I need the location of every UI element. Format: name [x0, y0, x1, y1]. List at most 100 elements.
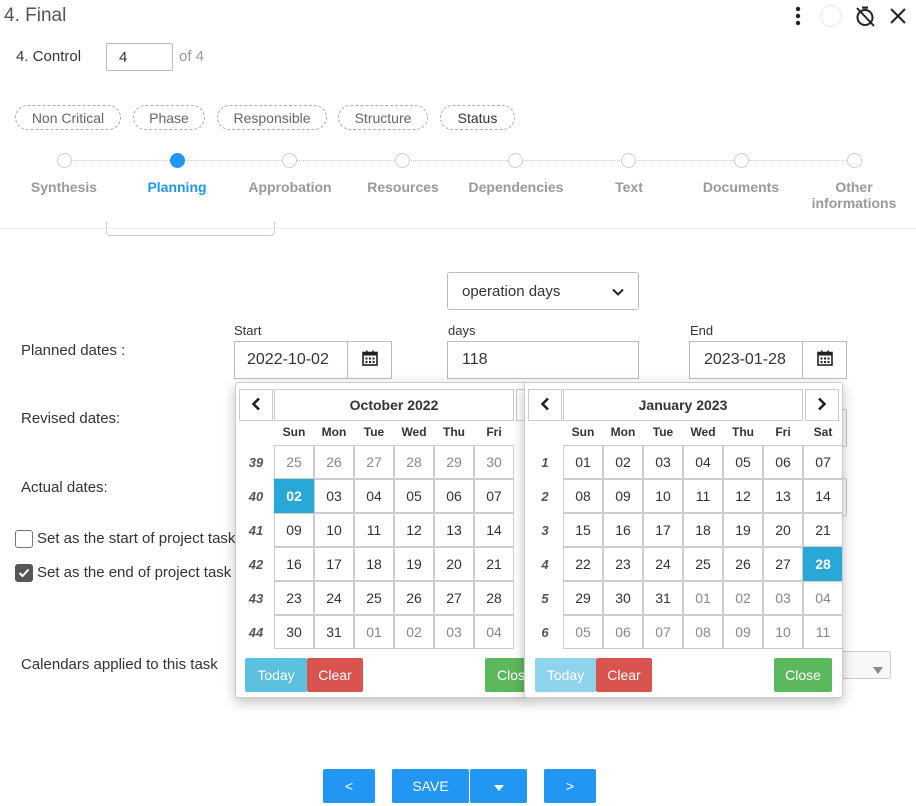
day-cell[interactable]: 13 [434, 513, 474, 547]
day-cell[interactable]: 10 [314, 513, 354, 547]
day-cell[interactable]: 26 [394, 581, 434, 615]
day-cell[interactable]: 02 [603, 445, 643, 479]
day-cell[interactable]: 12 [723, 479, 763, 513]
step-dot-documents[interactable] [734, 153, 749, 168]
day-cell[interactable]: 03 [763, 581, 803, 615]
day-cell[interactable]: 26 [314, 445, 354, 479]
day-cell[interactable]: 01 [563, 445, 603, 479]
step-dot-text[interactable] [621, 153, 636, 168]
day-cell[interactable]: 04 [683, 445, 723, 479]
day-cell[interactable]: 21 [803, 513, 842, 547]
day-cell[interactable]: 27 [354, 445, 394, 479]
step-dot-other-informations[interactable] [847, 153, 862, 168]
step-dot-resources[interactable] [395, 153, 410, 168]
day-cell[interactable]: 20 [434, 547, 474, 581]
day-cell[interactable]: 18 [683, 513, 723, 547]
day-cell[interactable]: 28 [474, 581, 514, 615]
day-cell[interactable]: 06 [603, 615, 643, 649]
day-cell[interactable]: 03 [643, 445, 683, 479]
day-cell[interactable]: 23 [274, 581, 314, 615]
day-cell[interactable]: 06 [763, 445, 803, 479]
calendars-select[interactable] [836, 651, 891, 679]
day-cell[interactable]: 27 [434, 581, 474, 615]
day-cell[interactable]: 15 [563, 513, 603, 547]
timer-off-icon[interactable] [853, 4, 877, 28]
day-cell[interactable]: 07 [474, 479, 514, 513]
day-cell[interactable]: 24 [314, 581, 354, 615]
day-cell[interactable]: 18 [354, 547, 394, 581]
day-cell[interactable]: 09 [603, 479, 643, 513]
day-cell[interactable]: 09 [723, 615, 763, 649]
day-cell[interactable]: 05 [394, 479, 434, 513]
day-cell[interactable]: 09 [274, 513, 314, 547]
save-options-button[interactable] [470, 769, 527, 803]
datepicker-today-button[interactable]: Today [245, 658, 307, 692]
day-cell[interactable]: 27 [763, 547, 803, 581]
step-label-documents[interactable]: Documents [681, 179, 801, 195]
day-cell[interactable]: 02 [723, 581, 763, 615]
datepicker-month-title[interactable]: October 2022 [274, 389, 514, 421]
day-cell[interactable]: 30 [274, 615, 314, 649]
day-cell[interactable]: 04 [474, 615, 514, 649]
day-cell[interactable]: 06 [434, 479, 474, 513]
day-cell[interactable]: 16 [274, 547, 314, 581]
day-cell[interactable]: 21 [474, 547, 514, 581]
day-cell[interactable]: 07 [803, 445, 842, 479]
day-cell[interactable]: 22 [563, 547, 603, 581]
day-cell[interactable]: 08 [563, 479, 603, 513]
day-cell[interactable]: 11 [354, 513, 394, 547]
day-cell[interactable]: 24 [643, 547, 683, 581]
day-cell[interactable]: 16 [603, 513, 643, 547]
step-dot-dependencies[interactable] [508, 153, 523, 168]
set-start-checkbox[interactable] [15, 530, 33, 548]
day-cell[interactable]: 29 [434, 445, 474, 479]
day-cell[interactable]: 19 [394, 547, 434, 581]
day-cell[interactable]: 01 [683, 581, 723, 615]
day-cell[interactable]: 31 [314, 615, 354, 649]
day-cell[interactable]: 13 [763, 479, 803, 513]
set-end-checkbox[interactable] [15, 564, 33, 582]
planned-start-input[interactable]: 2022-10-02 [234, 341, 348, 379]
day-cell[interactable]: 03 [434, 615, 474, 649]
day-cell[interactable]: 14 [474, 513, 514, 547]
step-label-dependencies[interactable]: Dependencies [456, 179, 576, 195]
datepicker-month-title[interactable]: January 2023 [563, 389, 803, 421]
datepicker-today-button[interactable]: Today [535, 658, 596, 692]
day-cell-selected[interactable]: 02 [274, 479, 314, 513]
save-button[interactable]: SAVE [392, 769, 469, 803]
control-number-input[interactable] [106, 43, 173, 71]
planned-end-input[interactable]: 2023-01-28 [689, 341, 803, 379]
chip-non-critical[interactable]: Non Critical [15, 105, 121, 130]
day-cell[interactable]: 29 [563, 581, 603, 615]
datepicker-prev-button[interactable] [528, 389, 562, 421]
step-label-other-informations[interactable]: Other informations [794, 179, 914, 211]
day-cell[interactable]: 20 [763, 513, 803, 547]
day-cell[interactable]: 05 [723, 445, 763, 479]
day-cell[interactable]: 08 [683, 615, 723, 649]
day-cell[interactable]: 31 [643, 581, 683, 615]
day-cell[interactable]: 05 [563, 615, 603, 649]
day-cell[interactable]: 17 [314, 547, 354, 581]
day-cell[interactable]: 30 [474, 445, 514, 479]
chip-phase[interactable]: Phase [133, 105, 205, 130]
day-cell[interactable]: 25 [274, 445, 314, 479]
day-cell[interactable]: 04 [803, 581, 842, 615]
day-cell[interactable]: 10 [763, 615, 803, 649]
planned-days-input[interactable]: 118 [447, 341, 639, 379]
days-mode-select[interactable]: operation days [447, 272, 639, 310]
chip-status[interactable]: Status [440, 105, 515, 130]
day-cell[interactable]: 19 [723, 513, 763, 547]
next-button[interactable]: > [544, 769, 596, 803]
day-cell[interactable]: 14 [803, 479, 842, 513]
datepicker-next-button[interactable] [805, 389, 839, 421]
planned-end-calendar-button[interactable] [803, 341, 847, 379]
step-dot-synthesis[interactable] [57, 153, 72, 168]
day-cell[interactable]: 26 [723, 547, 763, 581]
day-cell-selected[interactable]: 28 [803, 547, 842, 581]
planned-start-calendar-button[interactable] [348, 341, 392, 379]
day-cell[interactable]: 10 [643, 479, 683, 513]
day-cell[interactable]: 07 [643, 615, 683, 649]
datepicker-prev-button[interactable] [239, 389, 273, 421]
step-label-resources[interactable]: Resources [343, 179, 463, 195]
step-label-planning[interactable]: Planning [117, 179, 237, 195]
